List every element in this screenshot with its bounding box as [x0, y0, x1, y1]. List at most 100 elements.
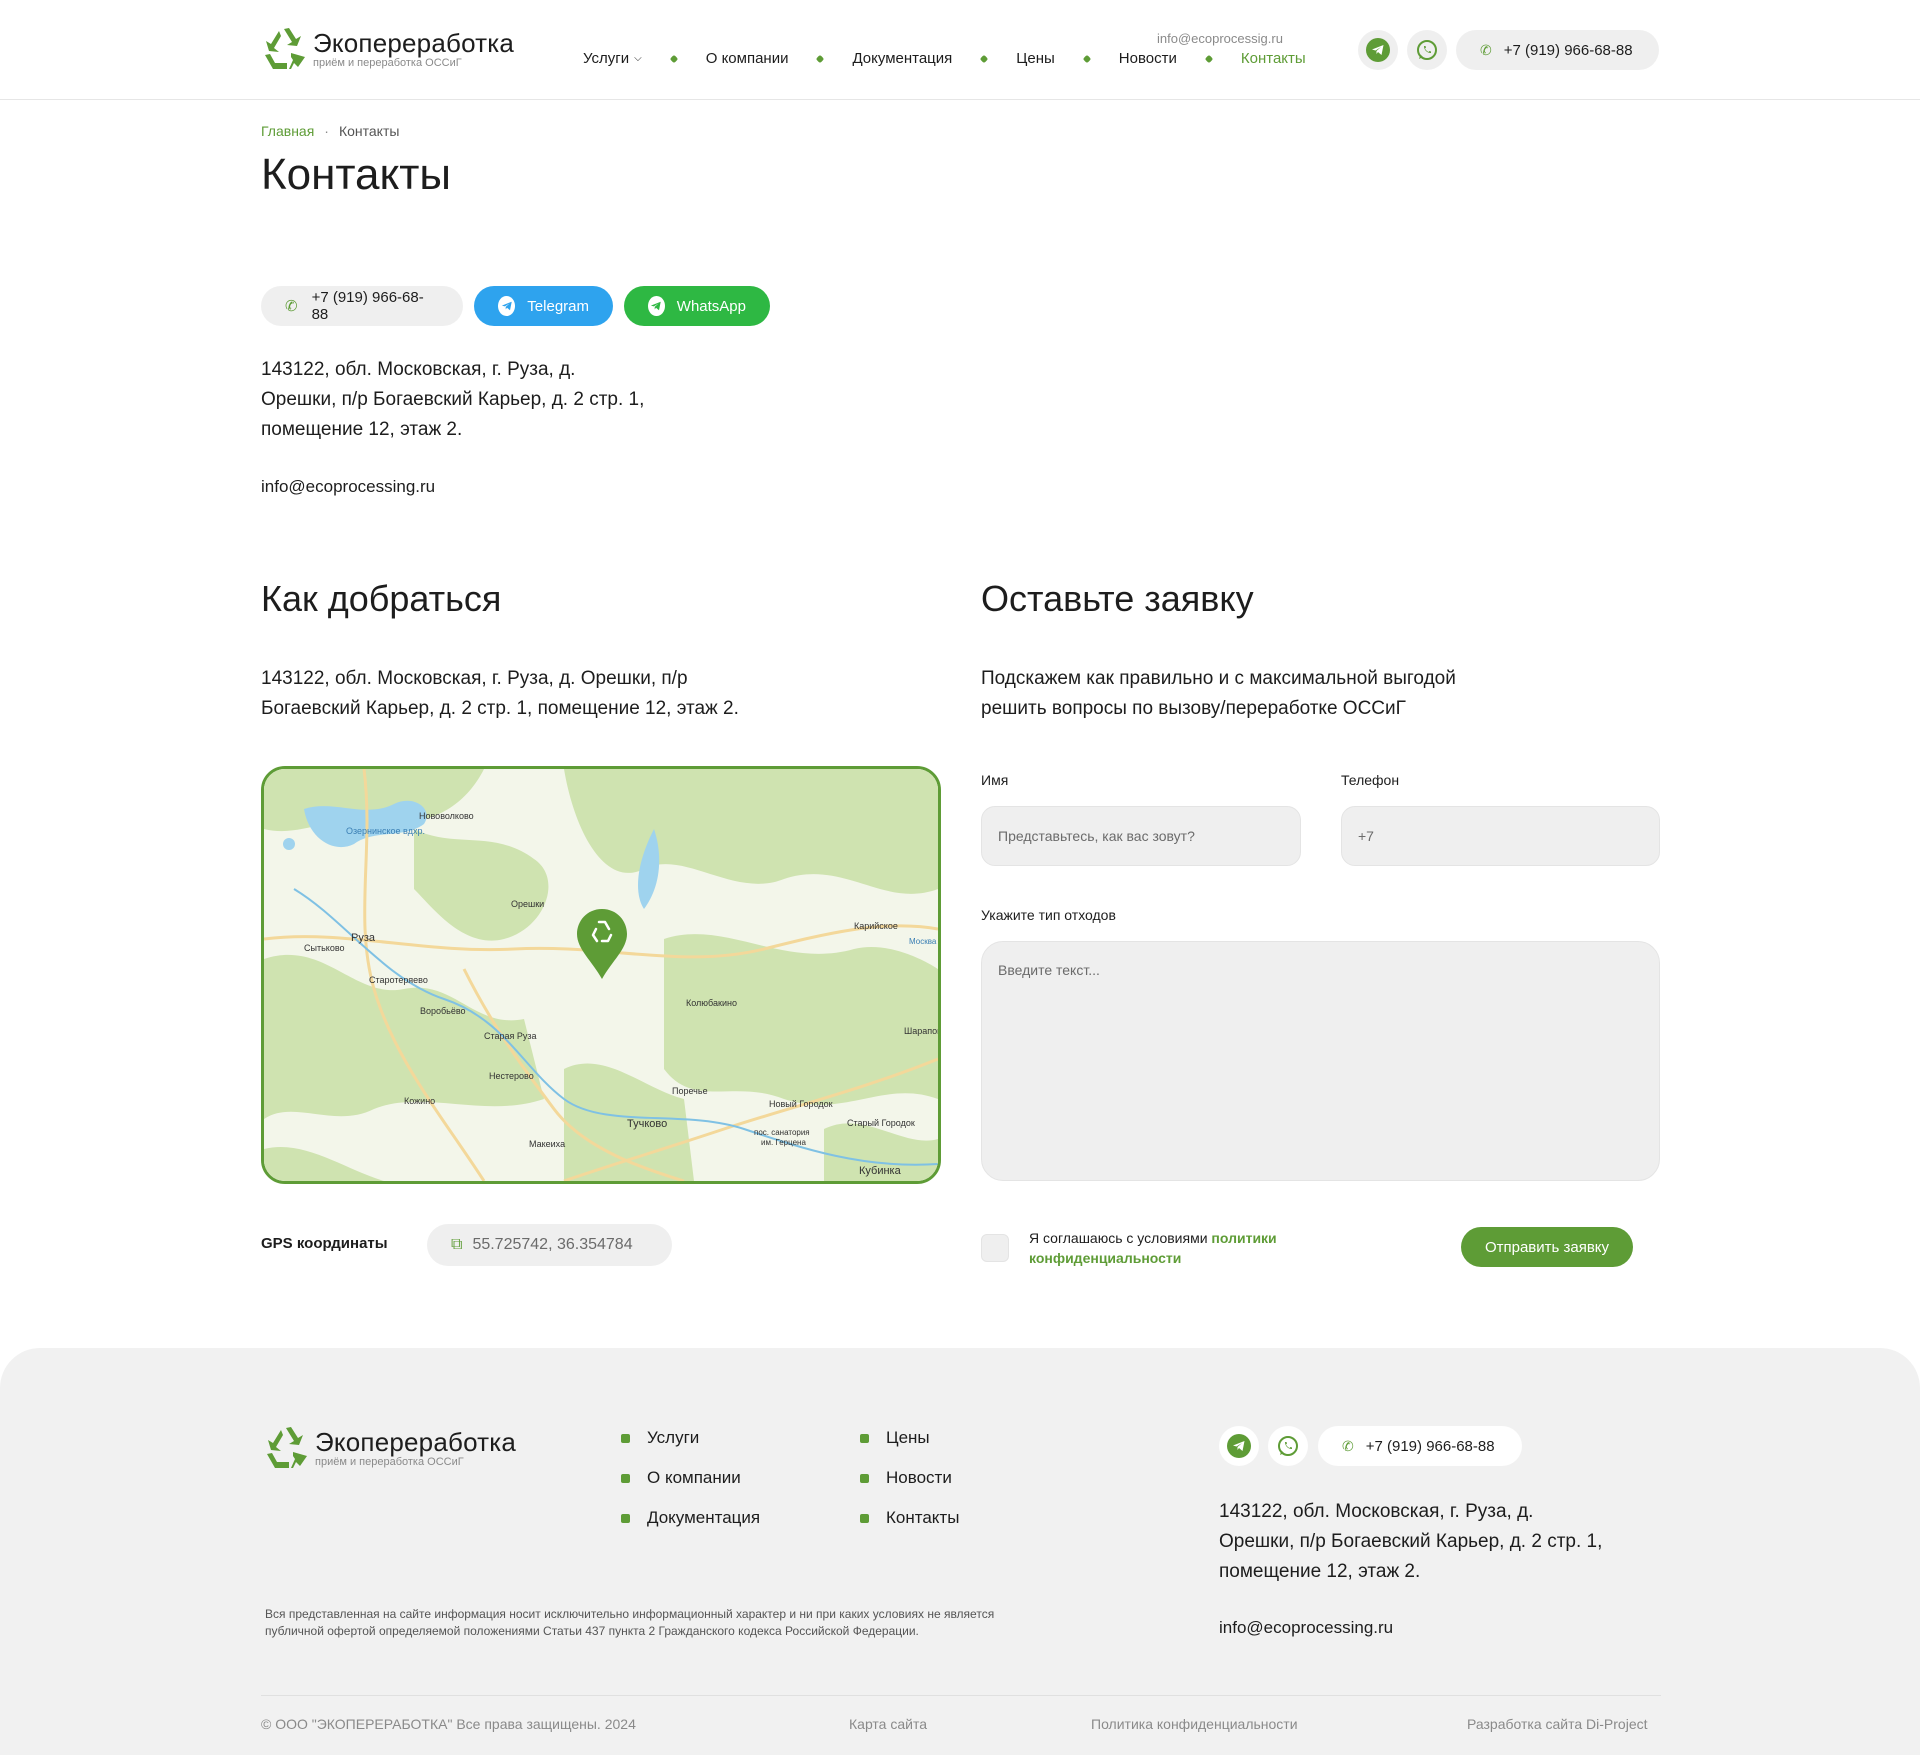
nav-label: Новости: [1118, 50, 1177, 67]
logo-name: Экопереработка: [315, 1427, 517, 1457]
phone-label: Телефон: [1341, 772, 1400, 788]
whatsapp-contact-button[interactable]: WhatsApp: [624, 286, 770, 326]
address-line: 143122, обл. Московская, г. Руза, д.: [261, 359, 576, 380]
recycle-logo-icon: [267, 1427, 307, 1468]
form-title: Оставьте заявку: [981, 578, 1254, 619]
agree-checkbox[interactable]: [981, 1234, 1009, 1262]
telegram-icon: [498, 296, 516, 316]
bullet-icon: [860, 1433, 869, 1443]
nav-label: О компании: [705, 50, 789, 67]
nav-item-news[interactable]: Новости: [1119, 50, 1177, 67]
footer-nav-item[interactable]: О компании: [621, 1458, 760, 1498]
map-label: Старый Городок: [847, 1118, 915, 1128]
telegram-button-label: Telegram: [527, 297, 589, 315]
bullet-icon: [621, 1473, 630, 1483]
footer-nav-item[interactable]: Контакты: [860, 1498, 959, 1538]
copyright: © ООО "ЭКОПЕРЕРАБОТКА" Все права защищен…: [261, 1716, 636, 1732]
phone-icon: ✆: [1480, 41, 1492, 58]
telegram-button[interactable]: [1358, 30, 1398, 70]
phone-button[interactable]: ✆ +7 (919) 966-68-88: [261, 286, 463, 326]
map-label: Поречье: [672, 1086, 708, 1096]
logo-tagline: приём и переработка ОССиГ: [313, 57, 462, 69]
gps-copy-button[interactable]: ⧉ 55.725742, 36.354784: [427, 1224, 672, 1266]
footer-email[interactable]: info@ecoprocessing.ru: [1219, 1618, 1393, 1638]
copy-icon: ⧉: [451, 1236, 463, 1253]
whatsapp-icon: [648, 296, 665, 316]
whatsapp-button[interactable]: [1407, 30, 1447, 70]
bullet-icon: [860, 1513, 869, 1523]
footer-logo[interactable]: Экопереработка приём и переработка ОССиГ: [263, 1426, 516, 1470]
gps-label: GPS координаты: [261, 1235, 388, 1252]
address-line: 143122, обл. Московская, г. Руза, д.: [1219, 1501, 1534, 1522]
phone-icon: ✆: [285, 298, 298, 315]
waste-type-textarea[interactable]: [981, 941, 1660, 1181]
map-label: Колюбакино: [686, 998, 737, 1008]
bullet-icon: [860, 1473, 869, 1483]
map-label: Нововолково: [419, 811, 474, 821]
recycle-logo-icon: [265, 28, 305, 69]
footer-whatsapp-button[interactable]: [1268, 1426, 1308, 1466]
nav-separator: [1082, 54, 1092, 63]
nav-item-prices[interactable]: Цены: [1016, 50, 1055, 67]
footer-telegram-button[interactable]: [1219, 1426, 1259, 1466]
header: Экопереработка приём и переработка ОССиГ…: [0, 0, 1920, 100]
sitemap-link[interactable]: Карта сайта: [849, 1716, 927, 1732]
map-label: Воробьёво: [420, 1006, 466, 1016]
map-label: Орешки: [511, 899, 544, 909]
nav-item-services[interactable]: Услуги ⌵: [583, 50, 642, 67]
map-label: Старотеряево: [369, 975, 428, 985]
map-label: Кожино: [404, 1096, 435, 1106]
directions-title: Как добраться: [261, 578, 502, 619]
nav-item-contacts[interactable]: Контакты: [1241, 50, 1306, 67]
nav-separator: [669, 54, 678, 63]
logo[interactable]: Экопереработка приём и переработка ОССиГ: [261, 27, 514, 71]
gps-value: 55.725742, 36.354784: [472, 1236, 633, 1253]
bullet-icon: [621, 1513, 630, 1523]
phone-button-label: +7 (919) 966-68-88: [311, 289, 424, 323]
map-label: пос. санатория: [754, 1128, 810, 1137]
nav-item-about[interactable]: О компании: [706, 50, 789, 67]
name-input[interactable]: [981, 806, 1301, 866]
map-label: Макеиха: [529, 1139, 565, 1149]
map-label: Старая Руза: [484, 1031, 537, 1041]
footer-nav-label: Услуги: [647, 1428, 700, 1447]
telegram-contact-button[interactable]: Telegram: [474, 286, 613, 326]
map-label: Озернинское вдхр.: [346, 826, 425, 836]
footer-nav-item[interactable]: Документация: [621, 1498, 760, 1538]
footer-phone-button[interactable]: ✆ +7 (919) 966-68-88: [1318, 1426, 1522, 1466]
footer-address: 143122, обл. Московская, г. Руза, д. Оре…: [1219, 1497, 1602, 1587]
header-phone-button[interactable]: ✆ +7 (919) 966-68-88: [1456, 30, 1659, 70]
footer-disclaimer: Вся представленная на сайте информация н…: [265, 1607, 995, 1638]
contact-email[interactable]: info@ecoprocessing.ru: [261, 477, 435, 497]
developer-link[interactable]: Разработка сайта Di-Project: [1467, 1716, 1648, 1732]
privacy-link[interactable]: Политика конфиденциальности: [1091, 1716, 1298, 1732]
map-label: Новый Городок: [769, 1099, 833, 1109]
breadcrumb: Главная · Контакты: [261, 123, 399, 139]
directions-line: 143122, обл. Московская, г. Руза, д. Оре…: [261, 668, 688, 689]
telegram-icon: [1366, 38, 1390, 62]
form-lead: Подскажем как правильно и с максимальной…: [981, 664, 1456, 724]
directions-text: 143122, обл. Московская, г. Руза, д. Оре…: [261, 664, 739, 724]
footer-nav-label: Документация: [647, 1508, 761, 1527]
footer-nav-item[interactable]: Цены: [860, 1418, 959, 1458]
footer-nav-item[interactable]: Новости: [860, 1458, 959, 1498]
address-line: помещение 12, этаж 2.: [261, 419, 463, 440]
breadcrumb-current: Контакты: [338, 123, 400, 139]
address-line: помещение 12, этаж 2.: [1219, 1561, 1421, 1582]
footer: [0, 1348, 1920, 1755]
location-map[interactable]: Нововолково Озернинское вдхр. Руза Сытьк…: [261, 766, 941, 1184]
phone-input[interactable]: [1341, 806, 1660, 866]
submit-button[interactable]: Отправить заявку: [1461, 1227, 1633, 1267]
whatsapp-icon: [1278, 1436, 1298, 1456]
nav-item-docs[interactable]: Документация: [852, 50, 952, 67]
nav-separator: [980, 54, 989, 63]
footer-nav-label: Цены: [886, 1428, 930, 1447]
waste-type-label: Укажите тип отходов: [981, 907, 1116, 923]
footer-divider: [261, 1695, 1661, 1696]
footer-nav-item[interactable]: Услуги: [621, 1418, 760, 1458]
footer-nav-label: Контакты: [886, 1508, 960, 1527]
breadcrumb-separator: ·: [324, 123, 329, 139]
breadcrumb-home[interactable]: Главная: [261, 123, 314, 139]
map-label: Кубинка: [859, 1165, 902, 1177]
header-email[interactable]: info@ecoprocessig.ru: [1157, 31, 1283, 46]
